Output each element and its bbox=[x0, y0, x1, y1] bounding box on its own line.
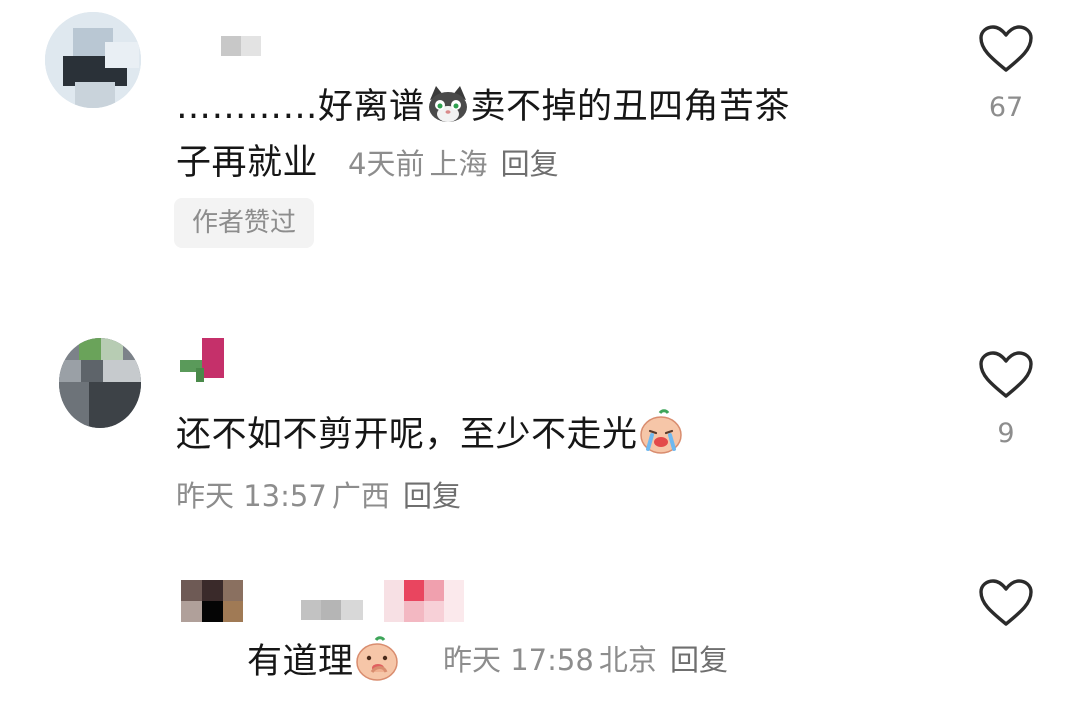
comment-text: …………好离谱 卖不掉的丑四角苦茶 bbox=[176, 86, 790, 128]
heart-icon bbox=[979, 25, 1033, 72]
reply-meta: 昨天 17:58 北京 回复 bbox=[443, 642, 728, 683]
like-button[interactable] bbox=[978, 24, 1034, 74]
reply-button[interactable]: 回复 bbox=[403, 479, 461, 513]
comment-time: 昨天 13:57 bbox=[176, 479, 327, 513]
reply-username-redacted[interactable] bbox=[301, 600, 363, 620]
like-count: 9 bbox=[997, 418, 1015, 449]
like-button[interactable] bbox=[978, 578, 1034, 628]
comment-location: 上海 bbox=[429, 147, 488, 181]
reply-time: 昨天 17:58 bbox=[443, 643, 594, 677]
commenter-avatar[interactable] bbox=[59, 338, 141, 428]
commenter-username-redacted[interactable] bbox=[180, 338, 224, 382]
comment-text: 还不如不剪开呢，至少不走光 bbox=[176, 409, 684, 459]
reply-to-username-redacted[interactable] bbox=[384, 580, 464, 622]
like-button[interactable] bbox=[978, 350, 1034, 400]
reply-button[interactable]: 回复 bbox=[670, 643, 728, 677]
comment-text-line2: 子再就业 bbox=[176, 143, 319, 183]
comment-time: 4天前 bbox=[348, 147, 425, 181]
crying-face-emoji-icon bbox=[638, 409, 684, 455]
cat-emoji-icon bbox=[426, 84, 470, 124]
commenter-username-redacted[interactable] bbox=[221, 36, 261, 56]
reply-text: 有道理 bbox=[247, 636, 400, 686]
reply-button[interactable]: 回复 bbox=[501, 147, 559, 181]
reply-location: 北京 bbox=[598, 643, 657, 677]
thinking-face-emoji-icon bbox=[354, 636, 400, 682]
comment-meta: 昨天 13:57 广西 回复 bbox=[176, 478, 461, 519]
like-count: 67 bbox=[988, 92, 1024, 123]
comment-meta: 4天前 上海 回复 bbox=[348, 146, 559, 187]
heart-icon bbox=[979, 579, 1033, 626]
comment-location: 广西 bbox=[331, 479, 390, 513]
heart-icon bbox=[979, 351, 1033, 398]
reply-avatar[interactable] bbox=[181, 580, 243, 622]
commenter-avatar[interactable] bbox=[45, 12, 141, 108]
author-liked-badge: 作者赞过 bbox=[174, 198, 315, 248]
